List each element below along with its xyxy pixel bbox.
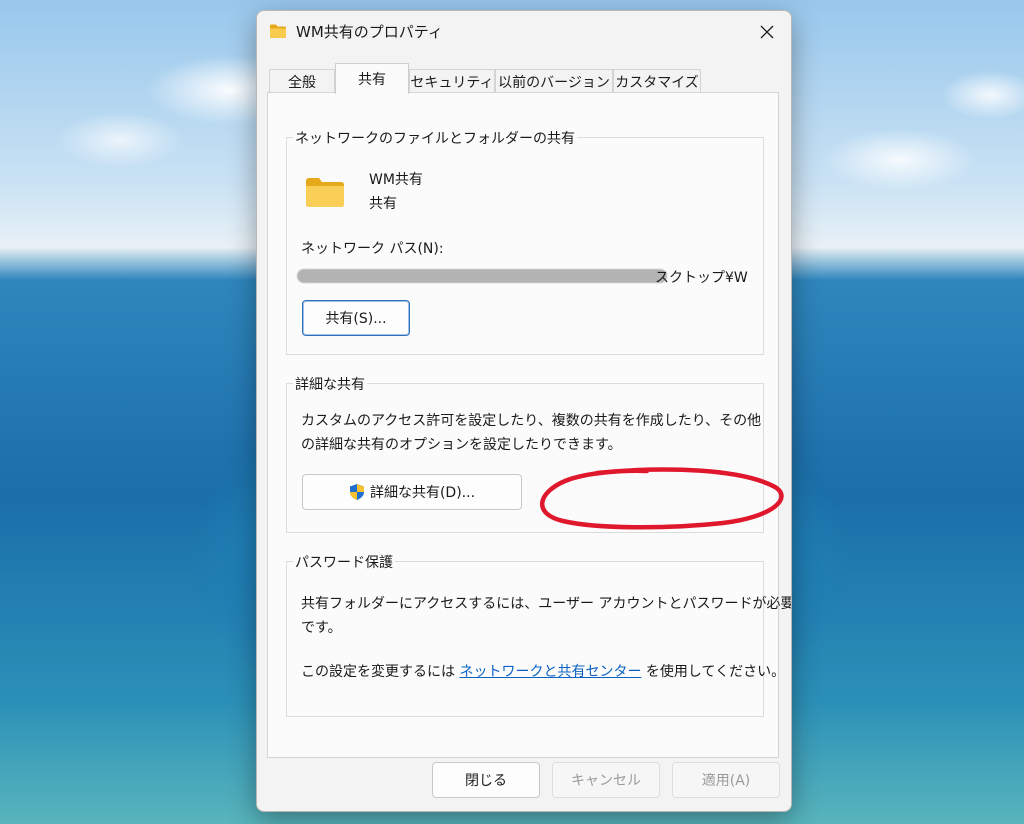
advanced-sharing-button-label: 詳細な共有(D)... xyxy=(369,485,476,501)
password-protection-line2: です。 xyxy=(301,620,342,636)
tab-general[interactable]: 全般 xyxy=(269,69,335,93)
folder-share-status: 共有 xyxy=(369,196,397,212)
change-setting-suffix: を使用してください。 xyxy=(645,664,786,680)
tab-strip: 全般 共有 セキュリティ 以前のバージョン カスタマイズ xyxy=(267,63,781,94)
cancel-button[interactable]: キャンセル xyxy=(552,762,660,798)
folder-name: WM共有 xyxy=(369,172,423,188)
network-sharing-group-title: ネットワークのファイルとフォルダーの共有 xyxy=(293,128,577,148)
uac-shield-icon xyxy=(349,483,365,501)
close-button[interactable] xyxy=(751,17,783,49)
properties-dialog: WM共有のプロパティ 全般 共有 セキュリティ 以前のバージョン カスタマイズ … xyxy=(256,10,792,812)
title-bar[interactable]: WM共有のプロパティ xyxy=(257,11,791,53)
network-sharing-group: ネットワークのファイルとフォルダーの共有 WM共有 共有 ネットワーク パス(N… xyxy=(286,128,764,355)
advanced-sharing-button[interactable]: 詳細な共有(D)... xyxy=(302,474,522,510)
advanced-sharing-group-title: 詳細な共有 xyxy=(293,374,367,394)
network-path-value[interactable]: スクトップ¥W xyxy=(655,267,748,287)
tab-customize[interactable]: カスタマイズ xyxy=(613,69,701,93)
desktop-background: WM共有のプロパティ 全般 共有 セキュリティ 以前のバージョン カスタマイズ … xyxy=(0,0,1024,824)
redacted-network-path xyxy=(297,269,667,283)
password-protection-line1: 共有フォルダーにアクセスするには、ユーザー アカウントとパスワードが必要 xyxy=(301,596,792,612)
folder-icon xyxy=(269,23,287,39)
advanced-sharing-description-line2: の詳細な共有のオプションを設定したりできます。 xyxy=(301,437,622,453)
close-dialog-button[interactable]: 閉じる xyxy=(432,762,540,798)
share-button[interactable]: 共有(S)... xyxy=(302,300,410,336)
folder-icon xyxy=(305,176,345,208)
dialog-footer: 閉じる キャンセル 適用(A) xyxy=(257,758,791,811)
tab-sharing[interactable]: 共有 xyxy=(335,63,409,94)
tab-previous-versions[interactable]: 以前のバージョン xyxy=(495,69,613,93)
tab-security[interactable]: セキュリティ xyxy=(409,69,495,93)
sharing-tab-panel: ネットワークのファイルとフォルダーの共有 WM共有 共有 ネットワーク パス(N… xyxy=(267,92,791,758)
apply-button[interactable]: 適用(A) xyxy=(672,762,780,798)
password-protection-group-title: パスワード保護 xyxy=(293,552,395,572)
advanced-sharing-group: 詳細な共有 カスタムのアクセス許可を設定したり、複数の共有を作成したり、その他 … xyxy=(286,374,764,533)
network-path-label: ネットワーク パス(N): xyxy=(301,241,444,257)
advanced-sharing-description-line1: カスタムのアクセス許可を設定したり、複数の共有を作成したり、その他 xyxy=(301,413,762,429)
change-setting-prefix: この設定を変更するには xyxy=(301,664,455,680)
password-protection-line3: この設定を変更するには ネットワークと共有センター を使用してください。 xyxy=(301,661,785,681)
network-sharing-center-link[interactable]: ネットワークと共有センター xyxy=(459,664,641,680)
window-title: WM共有のプロパティ xyxy=(296,23,443,41)
password-protection-group: パスワード保護 共有フォルダーにアクセスするには、ユーザー アカウントとパスワー… xyxy=(286,552,791,717)
close-icon xyxy=(760,24,774,43)
